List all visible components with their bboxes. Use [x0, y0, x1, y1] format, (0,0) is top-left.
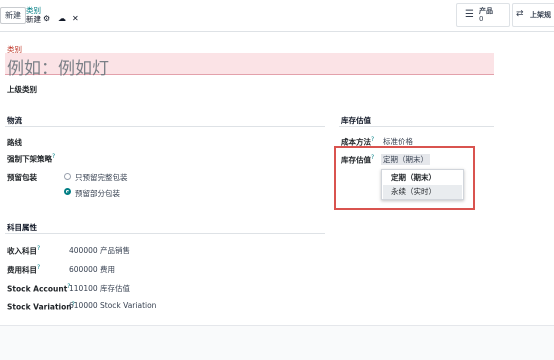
parent-category-label: 上级类别 — [7, 85, 37, 94]
breadcrumb-current: 新建 — [26, 15, 41, 24]
gear-icon[interactable]: ⚙ — [43, 14, 50, 23]
products-smart-button[interactable]: ☰ 产品 0 — [456, 3, 510, 27]
close-icon[interactable]: ✕ — [72, 14, 79, 23]
products-count: 0 — [479, 15, 484, 23]
income-account-value[interactable]: 400000 产品销售 — [69, 245, 130, 256]
stock-variation-value[interactable]: 610000 Stock Variation — [69, 301, 156, 310]
form-footer-area — [0, 325, 554, 360]
income-account-label: 收入科目? — [7, 245, 41, 256]
cloud-upload-icon[interactable]: ☁ — [58, 14, 66, 23]
putaway-label: 上架规 — [530, 11, 551, 19]
stock-variation-label: Stock Variation? — [7, 301, 75, 312]
list-icon: ☰ — [465, 9, 474, 20]
expense-account-label: 费用科目? — [7, 264, 41, 275]
reservation-option-full-label[interactable]: 只预留完整包装 — [75, 172, 128, 183]
control-panel: 新建 类别 新建 ⚙ ☁ ✕ ☰ 产品 0 ⇄ 上架规 — [0, 0, 554, 32]
reservation-option-partial-label[interactable]: 预留部分包装 — [75, 188, 120, 199]
category-name-placeholder: 例如：例如灯 — [7, 59, 109, 79]
accounts-divider — [5, 233, 325, 234]
new-button[interactable]: 新建 — [0, 7, 26, 24]
putaway-smart-button[interactable]: ⇄ 上架规 — [512, 3, 554, 27]
reservation-option-partial-radio[interactable] — [64, 188, 71, 195]
category-name-input[interactable]: 例如：例如灯 — [5, 53, 494, 79]
valuation-section-title: 库存估值 — [341, 116, 371, 125]
annotation-highlight-box — [334, 146, 475, 210]
routes-label: 路线 — [7, 138, 22, 147]
shuffle-icon: ⇄ — [516, 9, 524, 19]
removal-strategy-label: 强制下架策略? — [7, 153, 56, 164]
stock-account-label: Stock Account? — [7, 283, 71, 294]
logistics-divider — [5, 126, 325, 127]
accounts-section-title: 科目属性 — [7, 223, 37, 232]
stock-account-value[interactable]: 110100 库存估值 — [69, 283, 130, 294]
valuation-divider — [339, 126, 494, 127]
reservation-option-full-radio[interactable] — [64, 173, 71, 180]
reservation-label: 预留包装 — [7, 173, 37, 182]
logistics-section-title: 物流 — [7, 116, 22, 125]
expense-account-value[interactable]: 600000 费用 — [69, 264, 115, 275]
